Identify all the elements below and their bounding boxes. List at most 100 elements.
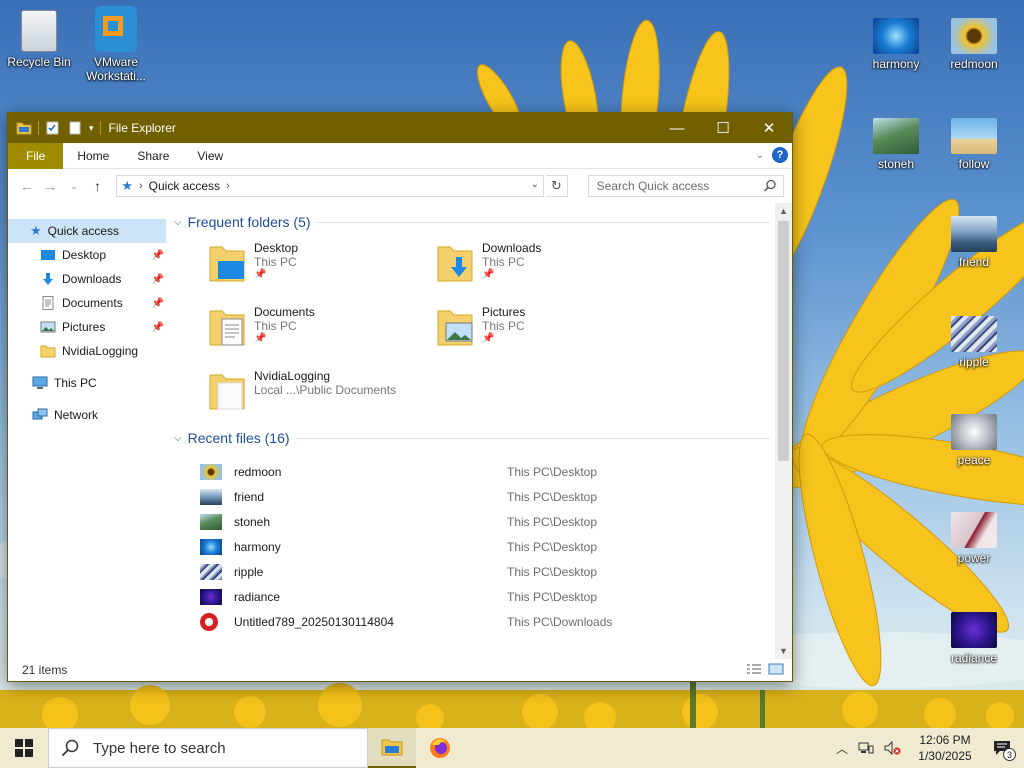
desktop-icon-label: power xyxy=(957,551,991,565)
forward-button[interactable]: → xyxy=(40,175,62,197)
tab-file[interactable]: File xyxy=(8,142,64,169)
desktop-icon-ripple[interactable]: ripple xyxy=(938,316,1010,369)
sidebar-item-network[interactable]: Network xyxy=(8,403,166,427)
sidebar-item-this-pc[interactable]: This PC xyxy=(8,371,166,395)
file-name: redmoon xyxy=(234,464,282,479)
list-item[interactable]: ripple This PC\Desktop xyxy=(200,559,792,584)
taskbar-file-explorer[interactable] xyxy=(368,728,416,768)
address-history-icon[interactable]: ⌄ xyxy=(531,179,539,190)
sidebar-item-label: Network xyxy=(54,408,99,422)
chevron-up-icon[interactable]: ︿ xyxy=(836,740,848,757)
list-item[interactable]: friend This PC\Desktop xyxy=(200,484,792,509)
desktop-icon-stoneh[interactable]: stoneh xyxy=(860,118,932,171)
title-bar[interactable]: ▾ File Explorer — ☐ ✕ xyxy=(8,113,792,143)
maximize-button[interactable]: ☐ xyxy=(700,113,746,143)
list-item[interactable]: radiance This PC\Desktop xyxy=(200,584,792,609)
folder-tile-desktop[interactable]: Desktop This PC 📌 xyxy=(208,241,436,291)
folder-tile-documents[interactable]: Documents This PC 📌 xyxy=(208,305,436,355)
large-icons-view-icon[interactable] xyxy=(768,663,784,675)
recent-files-header[interactable]: ⌵ Recent files (16) xyxy=(174,423,792,453)
network-icon[interactable] xyxy=(858,741,874,755)
help-icon[interactable]: ? xyxy=(772,147,788,163)
chevron-right-icon[interactable]: › xyxy=(139,180,143,192)
folder-icon xyxy=(209,374,245,410)
network-icon xyxy=(32,408,48,420)
sidebar-item-documents[interactable]: Documents 📌 xyxy=(8,291,166,315)
window-title: File Explorer xyxy=(108,121,176,135)
image-thumbnail-icon xyxy=(873,18,919,54)
scroll-down-icon[interactable]: ▼ xyxy=(775,643,792,659)
refresh-button[interactable]: ↻ xyxy=(546,175,568,197)
sidebar-item-label: Quick access xyxy=(47,224,120,238)
list-item[interactable]: harmony This PC\Desktop xyxy=(200,534,792,559)
up-button[interactable]: ↑ xyxy=(87,175,109,197)
sidebar-item-nvidialogging[interactable]: NvidiaLogging xyxy=(8,339,166,363)
desktop-icon-radiance[interactable]: radiance xyxy=(938,612,1010,665)
sidebar-item-label: Downloads xyxy=(62,272,122,286)
folder-icon xyxy=(40,345,56,358)
app-file-icon xyxy=(200,612,218,631)
desktop-icon-recycle-bin[interactable]: Recycle Bin xyxy=(3,10,75,69)
pin-icon: 📌 xyxy=(254,269,267,280)
notification-center-button[interactable]: 3 xyxy=(988,734,1016,762)
sidebar-item-pictures[interactable]: Pictures 📌 xyxy=(8,315,166,339)
folder-name: Documents xyxy=(254,305,315,319)
desktop-icon-label: redmoon xyxy=(950,57,998,71)
image-thumbnail-icon xyxy=(951,18,997,54)
minimize-button[interactable]: — xyxy=(654,113,700,143)
tab-share[interactable]: Share xyxy=(123,143,183,169)
desktop-icon-redmoon[interactable]: redmoon xyxy=(938,18,1010,71)
file-path: This PC\Desktop xyxy=(507,464,598,479)
folder-location: This PC xyxy=(254,255,297,269)
folder-tile-pictures[interactable]: Pictures This PC 📌 xyxy=(436,305,664,355)
sidebar-item-quick-access[interactable]: ★ Quick access xyxy=(8,219,166,243)
list-item[interactable]: redmoon This PC\Desktop xyxy=(200,459,792,484)
properties-icon[interactable] xyxy=(45,121,61,135)
chevron-right-icon[interactable]: › xyxy=(226,180,230,192)
frequent-folders-header[interactable]: ⌵ Frequent folders (5) xyxy=(174,207,792,237)
chevron-down-icon: ⌵ xyxy=(174,216,182,228)
desktop-icon-follow[interactable]: follow xyxy=(938,118,1010,171)
sidebar-item-desktop[interactable]: Desktop 📌 xyxy=(8,243,166,267)
new-folder-icon[interactable] xyxy=(67,121,83,135)
search-input[interactable]: Search Quick access xyxy=(587,175,785,197)
customize-toolbar-icon[interactable]: ▾ xyxy=(89,123,94,134)
clock[interactable]: 12:06 PM 1/30/2025 xyxy=(912,732,978,764)
back-button[interactable]: ← xyxy=(16,175,38,197)
desktop-icon-vmware[interactable]: VMware Workstati... xyxy=(80,6,152,83)
taskbar-search-input[interactable]: Type here to search xyxy=(48,728,368,768)
taskbar-firefox[interactable] xyxy=(416,728,464,768)
sidebar-item-downloads[interactable]: Downloads 📌 xyxy=(8,267,166,291)
volume-muted-icon[interactable] xyxy=(884,741,902,755)
desktop-icon-label: VMware Workstati... xyxy=(86,55,146,83)
tab-home[interactable]: Home xyxy=(63,143,123,169)
close-button[interactable]: ✕ xyxy=(746,113,792,143)
pin-icon: 📌 xyxy=(151,249,164,261)
search-icon xyxy=(61,739,79,757)
image-thumbnail-icon xyxy=(951,512,997,548)
list-item[interactable]: Untitled789_20250130114804 This PC\Downl… xyxy=(200,609,792,634)
address-bar[interactable]: ★ › Quick access › ⌄ xyxy=(116,175,544,197)
folder-tile-nvidialogging[interactable]: NvidiaLogging Local ...\Public Documents xyxy=(208,369,436,419)
desktop-icon-friend[interactable]: friend xyxy=(938,216,1010,269)
scroll-thumb[interactable] xyxy=(778,221,789,461)
desktop-icon-peace[interactable]: peace xyxy=(938,414,1010,467)
file-name: stoneh xyxy=(234,514,271,529)
file-path: This PC\Desktop xyxy=(507,514,598,529)
tab-view[interactable]: View xyxy=(183,143,237,169)
details-view-icon[interactable] xyxy=(746,663,762,675)
start-button[interactable] xyxy=(0,728,48,768)
desktop-icon-power[interactable]: power xyxy=(938,512,1010,565)
folder-icon xyxy=(16,122,32,135)
folder-tile-downloads[interactable]: Downloads This PC 📌 xyxy=(436,241,664,291)
image-thumbnail-icon xyxy=(200,488,222,505)
expand-ribbon-icon[interactable]: ⌄ xyxy=(756,150,764,161)
vmware-icon xyxy=(95,6,137,52)
breadcrumb-quick-access[interactable]: Quick access xyxy=(149,179,220,193)
recent-locations-button[interactable]: ⌄ xyxy=(63,175,85,197)
folder-location: Local ...\Public Documents xyxy=(254,383,397,397)
list-item[interactable]: stoneh This PC\Desktop xyxy=(200,509,792,534)
scroll-up-icon[interactable]: ▲ xyxy=(775,203,792,219)
vertical-scrollbar[interactable]: ▲ ▼ xyxy=(775,203,792,659)
desktop-icon-harmony[interactable]: harmony xyxy=(860,18,932,71)
